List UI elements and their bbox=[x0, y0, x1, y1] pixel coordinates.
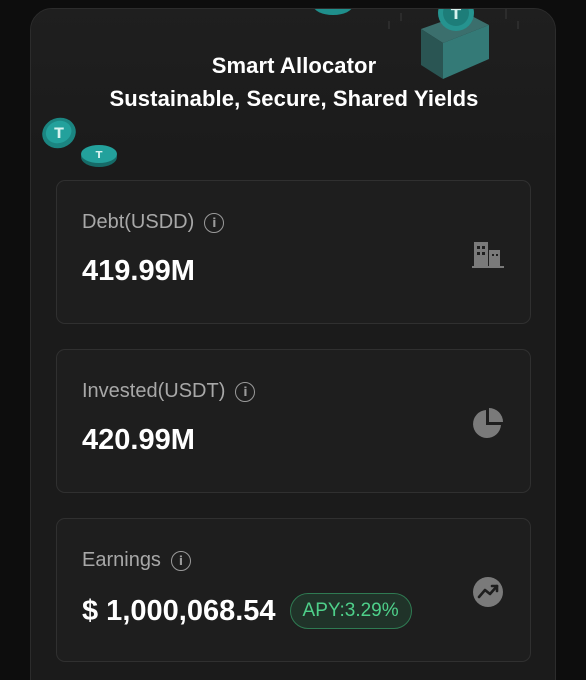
tether-coin-icon: T bbox=[42, 117, 76, 149]
invested-label-row: Invested(USDT) i bbox=[82, 380, 256, 403]
info-icon[interactable]: i bbox=[204, 212, 225, 233]
earnings-label-row: Earnings i bbox=[82, 549, 191, 572]
smart-allocator-panel: T T T Smart Allocator Sustainable, Secur… bbox=[30, 8, 556, 680]
tether-coin-flat-icon: T bbox=[81, 145, 117, 167]
invested-card: Invested(USDT) i 420.99M bbox=[56, 349, 531, 493]
invested-amount: 420.99M bbox=[82, 424, 195, 456]
svg-text:T: T bbox=[451, 8, 462, 23]
coin-top-icon bbox=[314, 9, 352, 15]
title-line-2: Sustainable, Secure, Shared Yields bbox=[109, 86, 479, 111]
debt-label-row: Debt(USDD) i bbox=[82, 211, 225, 234]
apy-badge: APY:3.29% bbox=[289, 593, 412, 629]
debt-card: Debt(USDD) i 419.99M bbox=[56, 180, 531, 324]
debt-label: Debt(USDD) bbox=[82, 211, 195, 233]
svg-text:T: T bbox=[54, 126, 64, 142]
debt-value: 419.99M bbox=[82, 255, 195, 288]
earnings-value: $ 1,000,068.54 APY:3.29% bbox=[82, 593, 412, 629]
debt-amount: 419.99M bbox=[82, 255, 195, 287]
invested-value: 420.99M bbox=[82, 424, 195, 457]
svg-text:T: T bbox=[96, 150, 103, 161]
building-icon bbox=[472, 242, 504, 268]
earnings-amount: $ 1,000,068.54 bbox=[82, 594, 276, 627]
info-icon[interactable]: i bbox=[235, 381, 256, 402]
title-line-1: Smart Allocator bbox=[211, 53, 377, 78]
pie-chart-icon bbox=[473, 408, 503, 438]
page-title: Smart Allocator Sustainable, Secure, Sha… bbox=[31, 49, 555, 115]
info-icon[interactable]: i bbox=[170, 550, 191, 571]
earnings-label: Earnings bbox=[82, 549, 161, 571]
trend-up-icon bbox=[473, 577, 503, 607]
earnings-card: Earnings i $ 1,000,068.54 APY:3.29% bbox=[56, 518, 531, 662]
invested-label: Invested(USDT) bbox=[82, 380, 226, 402]
